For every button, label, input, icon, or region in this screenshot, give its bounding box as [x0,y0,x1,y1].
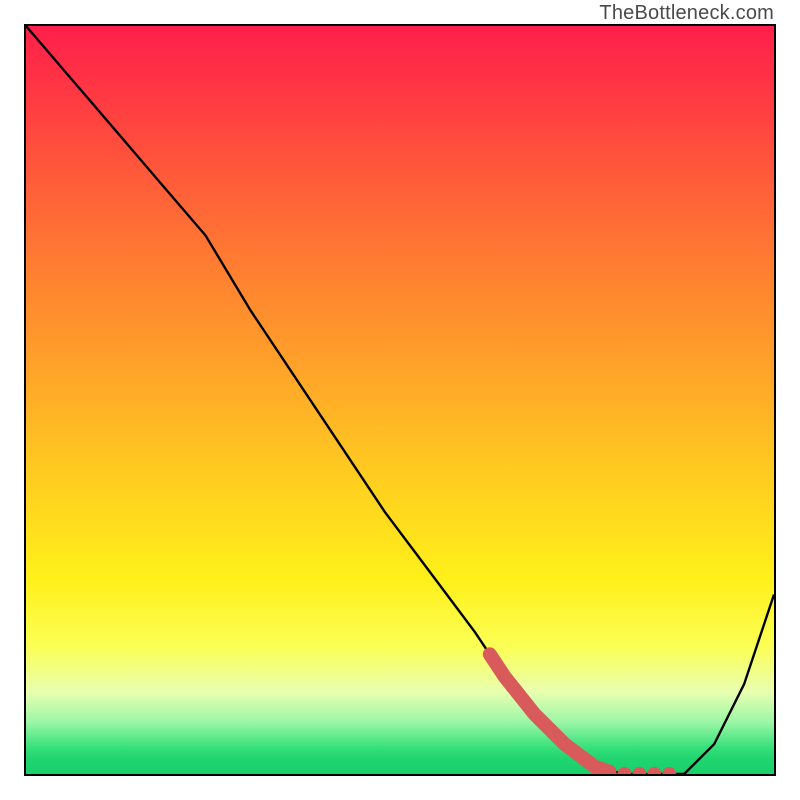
highlight-dot [647,767,661,774]
highlight-thick-segment [490,654,610,772]
highlight-dot [632,767,646,774]
plot-area [24,24,776,776]
chart-frame: TheBottleneck.com [0,0,800,800]
watermark-text: TheBottleneck.com [599,2,774,25]
curve-layer [26,26,774,774]
bottleneck-highlight-icon [490,654,677,774]
highlight-dot [662,767,676,774]
bottleneck-curve-line [26,26,774,774]
highlight-dot [617,767,631,774]
